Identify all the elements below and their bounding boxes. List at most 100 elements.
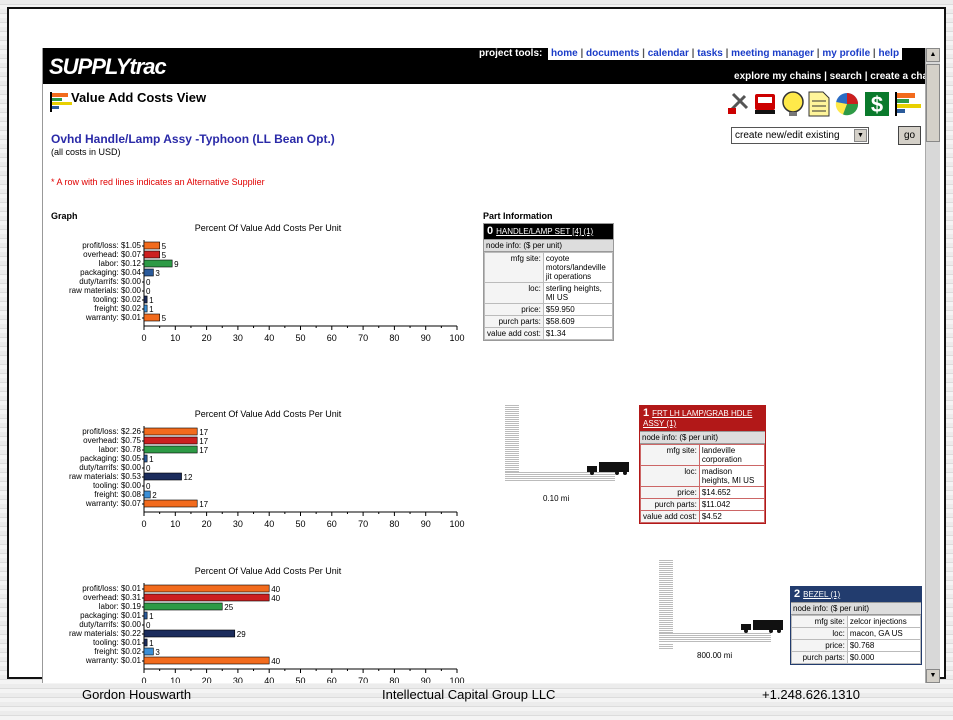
- x-tick-label: 50: [295, 333, 305, 343]
- graph-label: Graph: [51, 211, 78, 221]
- footer-company: Intellectual Capital Group LLC: [382, 687, 556, 702]
- chart-svg: Percent Of Value Add Costs Per Unit profi…: [69, 566, 465, 683]
- category-label: freight: $0.02: [94, 647, 141, 656]
- chain-connector: [505, 405, 519, 482]
- screenshot-frame: SUPPLYtrac project tools: home | documen…: [7, 7, 946, 683]
- chart-svg: Percent Of Value Add Costs Per Unit profi…: [69, 223, 465, 343]
- x-tick-label: 50: [295, 519, 305, 529]
- category-label: overhead: $0.07: [83, 250, 141, 259]
- node-name-link[interactable]: HANDLE/LAMP SET [4] (1): [496, 227, 593, 236]
- bar-warranty: [143, 313, 160, 322]
- category-label: packaging: $0.04: [80, 268, 141, 277]
- nav-link-meeting-manager[interactable]: meeting manager: [731, 48, 814, 59]
- nav-link-calendar[interactable]: calendar: [648, 48, 689, 59]
- category-label: freight: $0.02: [94, 304, 141, 313]
- vertical-scrollbar[interactable]: ▲ ▼: [925, 48, 940, 683]
- category-label: warranty: $0.07: [85, 499, 142, 508]
- chain-link-explore-my-chains[interactable]: explore my chains: [734, 71, 821, 82]
- nav-link-tasks[interactable]: tasks: [697, 48, 723, 59]
- x-tick-label: 70: [358, 333, 368, 343]
- node-number: 0: [487, 225, 494, 237]
- data-label: 0: [146, 621, 151, 630]
- x-tick-label: 30: [233, 676, 243, 683]
- part-node-0: 0 HANDLE/LAMP SET [4] (1) node info: ($ pe…: [483, 223, 614, 341]
- truck-icon: [741, 619, 785, 638]
- truck-icon[interactable]: [755, 94, 775, 114]
- edit-chain-select[interactable]: create new/edit existing ▼: [731, 127, 869, 144]
- x-tick-label: 40: [264, 333, 274, 343]
- node-info-value: $4.52: [698, 510, 766, 523]
- bar-freight: [143, 490, 151, 499]
- node-info-row: purch parts: $58.609: [484, 315, 614, 328]
- go-button[interactable]: go: [898, 126, 921, 145]
- nav-separator: |: [577, 48, 587, 59]
- x-tick-label: 0: [141, 676, 146, 683]
- category-label: tooling: $0.00: [93, 481, 142, 490]
- node-info-table: mfg site: landeville corporation loc: madis…: [640, 444, 766, 523]
- x-tick-label: 40: [264, 519, 274, 529]
- x-tick-label: 100: [449, 519, 464, 529]
- category-label: overhead: $0.31: [83, 593, 141, 602]
- x-tick-label: 80: [389, 519, 399, 529]
- chevron-down-icon[interactable]: ▼: [854, 129, 867, 142]
- scroll-thumb[interactable]: [926, 64, 940, 142]
- node-info-value: zelcor injections: [846, 615, 922, 628]
- x-tick-label: 80: [389, 333, 399, 343]
- x-tick-label: 20: [202, 676, 212, 683]
- document-icon[interactable]: [808, 91, 830, 117]
- value-add-icon[interactable]: [895, 92, 921, 116]
- nav-separator: |: [722, 48, 732, 59]
- bar-overhead: [143, 436, 198, 445]
- node-info-value: $58.609: [542, 315, 614, 328]
- node-info-row: mfg site: zelcor injections: [791, 615, 922, 628]
- x-tick-label: 80: [389, 676, 399, 683]
- bar-raw: [143, 629, 236, 638]
- nav-link-my-profile[interactable]: my profile: [822, 48, 870, 59]
- scroll-up-button[interactable]: ▲: [926, 48, 940, 62]
- lightbulb-icon[interactable]: [782, 91, 804, 116]
- category-label: packaging: $0.01: [80, 611, 141, 620]
- category-label: raw materials: $0.53: [69, 472, 142, 481]
- node-info-value: madison heights, MI US: [698, 465, 766, 487]
- bar-tooling: [143, 295, 148, 304]
- x-tick-label: 0: [141, 333, 146, 343]
- tools-icon[interactable]: [727, 92, 749, 114]
- node-header: 0 HANDLE/LAMP SET [4] (1): [484, 224, 613, 239]
- node-header: 2 BEZEL (1): [791, 587, 921, 602]
- footer-phone: +1.248.626.1310: [762, 687, 860, 702]
- slide-footer: Gordon Houswarth Intellectual Capital Gr…: [0, 684, 953, 710]
- scroll-down-button[interactable]: ▼: [926, 669, 940, 683]
- pie-chart-icon[interactable]: [835, 93, 859, 116]
- node-info-key: loc:: [484, 282, 544, 304]
- node-info-value: $1.34: [542, 327, 614, 340]
- node-number: 2: [794, 588, 801, 600]
- bar-profit: [143, 427, 198, 436]
- category-label: raw materials: $0.00: [69, 286, 142, 295]
- chain-link-search[interactable]: search: [830, 71, 862, 82]
- x-tick-label: 10: [170, 519, 180, 529]
- category-label: profit/loss: $0.01: [82, 584, 141, 593]
- category-label: tooling: $0.02: [93, 295, 142, 304]
- node-info-key: value add cost:: [640, 510, 700, 523]
- category-label: tooling: $0.01: [93, 638, 142, 647]
- select-value: create new/edit existing: [735, 130, 840, 141]
- nav-link-home[interactable]: home: [551, 48, 578, 59]
- browser-viewport: SUPPLYtrac project tools: home | documen…: [42, 48, 940, 683]
- node-info-value: $14.652: [698, 486, 766, 499]
- view-title: Value Add Costs View: [71, 90, 207, 105]
- node-info-key: purch parts:: [640, 498, 700, 511]
- nav-link-help[interactable]: help: [879, 48, 900, 59]
- node-info-key: purch parts:: [484, 315, 544, 328]
- bar-raw: [143, 472, 182, 481]
- category-label: duty/tarrifs: $0.00: [79, 277, 141, 286]
- node-name-link[interactable]: FRT LH LAMP/GRAB HDLE ASSY (1): [643, 409, 752, 428]
- node-info-key: value add cost:: [484, 327, 544, 340]
- bar-warranty: [143, 499, 198, 508]
- nav-link-documents[interactable]: documents: [586, 48, 639, 59]
- data-label: 25: [224, 603, 233, 612]
- x-tick-label: 90: [421, 676, 431, 683]
- node-name-link[interactable]: BEZEL (1): [803, 590, 840, 599]
- bar-profit: [143, 241, 160, 250]
- dollar-icon[interactable]: $: [865, 92, 889, 117]
- chart-svg: Percent Of Value Add Costs Per Unit profi…: [69, 409, 465, 529]
